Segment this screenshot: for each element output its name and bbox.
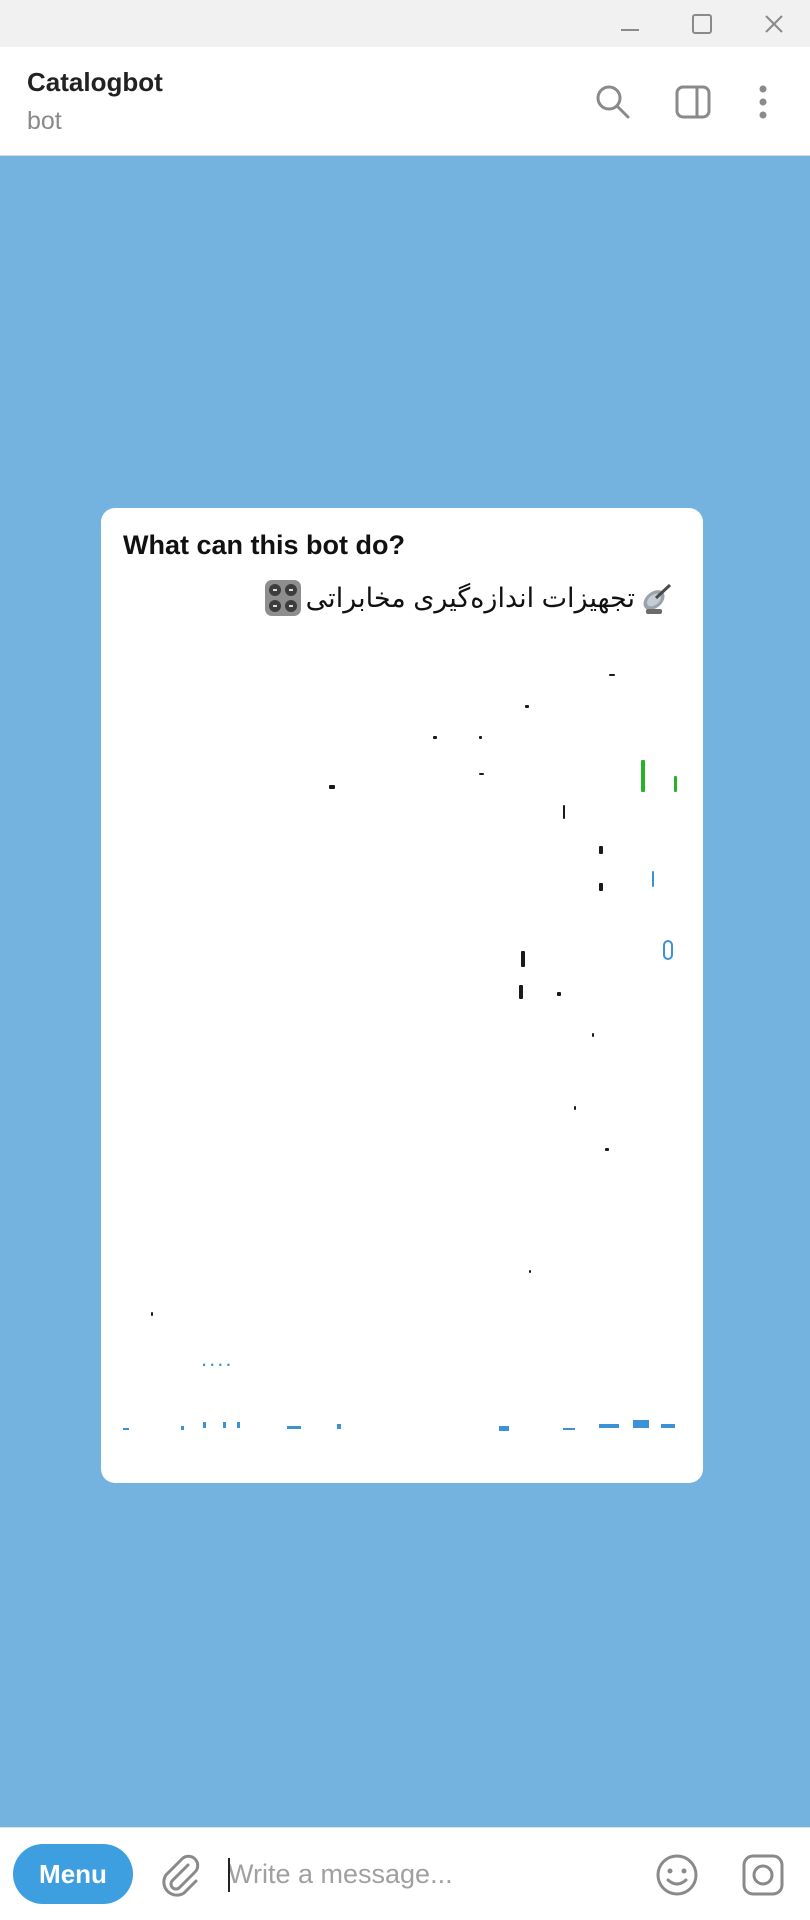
bot-info-ellipsis: .... bbox=[201, 1346, 234, 1371]
bot-info-heading: What can this bot do? bbox=[123, 530, 405, 560]
text-fragment bbox=[329, 785, 335, 789]
window-titlebar bbox=[0, 0, 810, 47]
bot-info-first-line-text: تجهیزات اندازه‌گیری مخابراتی bbox=[305, 582, 635, 613]
text-fragment bbox=[563, 805, 565, 819]
chat-subtitle: bot bbox=[27, 107, 62, 135]
text-fragment bbox=[674, 776, 677, 792]
chat-title[interactable]: Catalogbot bbox=[27, 67, 163, 98]
sidebar-toggle-icon bbox=[675, 85, 711, 119]
text-fragment bbox=[521, 951, 525, 967]
chat-header: Catalogbot bot bbox=[0, 47, 810, 156]
text-caret bbox=[228, 1858, 230, 1892]
minimize-icon bbox=[621, 28, 639, 31]
emoji-button[interactable] bbox=[652, 1850, 702, 1900]
close-icon bbox=[765, 14, 783, 33]
paperclip-icon bbox=[162, 1854, 200, 1897]
text-fragment bbox=[592, 1033, 594, 1037]
attach-button[interactable] bbox=[155, 1850, 205, 1900]
smiley-icon bbox=[656, 1854, 698, 1896]
text-fragment bbox=[529, 1270, 531, 1273]
telegram-window: Catalogbot bot What can this bot do? تجه… bbox=[0, 0, 810, 1920]
sidebar-toggle-button[interactable] bbox=[670, 79, 716, 125]
camera-button[interactable] bbox=[738, 1850, 788, 1900]
close-button[interactable] bbox=[738, 0, 810, 47]
bot-info-first-line: تجهیزات اندازه‌گیری مخابراتی bbox=[260, 576, 681, 620]
text-fragment bbox=[525, 705, 529, 708]
more-button[interactable] bbox=[740, 79, 786, 125]
message-input[interactable] bbox=[228, 1846, 628, 1902]
text-fragment bbox=[479, 736, 482, 739]
message-composer: Menu bbox=[0, 1827, 810, 1920]
maximize-icon bbox=[692, 13, 712, 34]
text-fragment bbox=[652, 871, 654, 887]
camera-icon bbox=[742, 1854, 784, 1896]
text-fragment bbox=[433, 736, 437, 739]
search-icon bbox=[596, 85, 630, 119]
text-fragment bbox=[557, 992, 561, 996]
text-fragment bbox=[151, 1312, 153, 1316]
text-fragment bbox=[605, 1148, 609, 1151]
more-vertical-icon bbox=[759, 85, 767, 119]
text-fragment bbox=[519, 985, 523, 999]
maximize-button[interactable] bbox=[666, 0, 738, 47]
text-fragment bbox=[574, 1106, 576, 1110]
text-fragment bbox=[599, 883, 603, 891]
search-button[interactable] bbox=[590, 79, 636, 125]
satellite-antenna-icon bbox=[639, 579, 677, 617]
text-fragment bbox=[609, 674, 615, 676]
text-fragment bbox=[663, 940, 673, 960]
control-knobs-icon bbox=[264, 579, 302, 617]
text-fragment bbox=[599, 846, 603, 854]
menu-button[interactable]: Menu bbox=[13, 1844, 133, 1904]
bot-info-link-fragments bbox=[123, 1420, 675, 1431]
text-fragment bbox=[641, 760, 645, 792]
minimize-button[interactable] bbox=[594, 0, 666, 47]
text-fragment bbox=[479, 773, 484, 775]
bot-info-card: What can this bot do? تجهیزات اندازه‌گیر… bbox=[101, 508, 703, 1483]
